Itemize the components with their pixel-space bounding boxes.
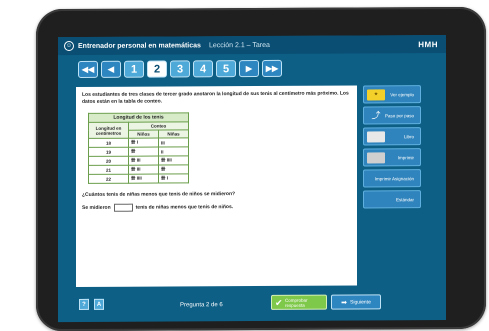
title-bar: ☺ Entrenador personal en matemáticas Lec… xyxy=(58,35,446,56)
boys-tally-cell: 卌 III xyxy=(128,156,159,166)
standard-button[interactable]: Estándar xyxy=(363,190,421,209)
see-example-button[interactable]: ★ Ver ejemplo xyxy=(363,85,421,104)
next-label: Siguiente xyxy=(350,298,371,306)
print-button[interactable]: Imprimir xyxy=(363,148,421,167)
question-counter: Pregunta 2 de 6 xyxy=(180,302,223,309)
app-screen: ☺ Entrenador personal en matemáticas Lec… xyxy=(58,35,446,323)
app-logo-icon: ☺ xyxy=(64,40,74,52)
boys-tally-cell: 卌 I xyxy=(128,138,159,148)
standard-label: Estándar xyxy=(395,196,414,202)
step-by-step-label: Paso por paso xyxy=(384,112,414,118)
left-arrow-icon: ◀ xyxy=(107,64,115,74)
question-text: ¿Cuántos tenis de niñas menos que tenis … xyxy=(82,191,236,198)
double-left-arrow-icon: ◀◀ xyxy=(81,64,95,74)
column-header-length: Longitud en centímetros xyxy=(88,122,129,139)
tally-table: Longitud de los tenis Longitud en centím… xyxy=(88,112,189,184)
help-icon: ? xyxy=(82,301,86,308)
see-example-label: Ver ejemplo xyxy=(390,91,414,97)
girls-tally-cell: 卌 xyxy=(158,164,189,175)
girls-tally-cell: 卌 I xyxy=(158,173,189,184)
book-icon xyxy=(367,131,385,143)
length-cell: 19 xyxy=(88,147,129,157)
book-label: Libro xyxy=(403,133,414,139)
boys-tally-cell: 卌 III xyxy=(128,165,159,175)
answer-prefix: Se midieron xyxy=(82,204,111,211)
column-header-girls: Niñas xyxy=(158,129,189,139)
previous-question-button[interactable]: ◀ xyxy=(101,60,121,78)
help-button[interactable]: ? xyxy=(79,298,89,310)
double-right-arrow-icon: ▶▶ xyxy=(265,63,279,73)
printer-icon xyxy=(367,152,385,164)
answer-suffix: tenis de niñas menos que tenis de niños. xyxy=(135,204,234,211)
question-nav: ◀◀ ◀ 1 2 3 4 5 ▶ ▶▶ xyxy=(78,59,282,78)
first-question-button[interactable]: ◀◀ xyxy=(78,60,98,78)
bottom-bar: ? A Pregunta 2 de 6 ✔ Comprobar respuest… xyxy=(58,291,446,322)
brand-logo: HMH xyxy=(418,39,438,49)
page-1-button[interactable]: 1 xyxy=(124,60,144,78)
question-prompt: Los estudiantes de tres clases de tercer… xyxy=(82,90,349,105)
next-arrow-icon: ➡ xyxy=(341,299,347,307)
last-question-button[interactable]: ▶▶ xyxy=(262,59,282,77)
print-label: Imprimir xyxy=(397,154,414,160)
page-4-button[interactable]: 4 xyxy=(193,60,213,78)
length-cell: 21 xyxy=(88,165,129,175)
boys-tally-cell: 卌 IIII xyxy=(128,174,159,184)
check-answer-button[interactable]: ✔ Comprobar respuesta xyxy=(271,294,327,310)
tools-icon: A xyxy=(96,301,102,308)
side-panel: ★ Ver ejemplo ⤴ Paso por paso Libro Impr… xyxy=(363,85,421,209)
boys-tally-cell: 卌 xyxy=(128,147,159,157)
right-arrow-icon: ▶ xyxy=(245,64,253,74)
book-button[interactable]: Libro xyxy=(363,127,421,146)
check-answer-label: Comprobar respuesta xyxy=(285,297,308,308)
print-assignment-label: Imprimir Asignación xyxy=(374,175,414,181)
length-cell: 18 xyxy=(88,138,129,148)
tools-button[interactable]: A xyxy=(94,298,104,310)
length-cell: 22 xyxy=(88,174,129,184)
table-row: 22 卌 IIII 卌 I xyxy=(88,173,189,184)
lesson-title: Lección 2.1 – Tarea xyxy=(208,41,270,49)
girls-tally-cell: II xyxy=(158,146,189,157)
tablet-frame: ☺ Entrenador personal en matemáticas Lec… xyxy=(36,6,486,331)
page-2-button[interactable]: 2 xyxy=(147,60,167,78)
answer-input[interactable] xyxy=(113,203,133,212)
question-panel: Los estudiantes de tres clases de tercer… xyxy=(76,85,357,287)
girls-tally-cell: III xyxy=(158,137,189,148)
length-cell: 20 xyxy=(88,156,129,166)
column-header-boys: Niños xyxy=(128,130,159,139)
page-5-button[interactable]: 5 xyxy=(216,60,236,78)
step-by-step-button[interactable]: ⤴ Paso por paso xyxy=(363,106,421,125)
girls-tally-cell: 卌 IIII xyxy=(158,155,189,166)
answer-line: Se midieron tenis de niñas menos que ten… xyxy=(82,203,351,212)
page-3-button[interactable]: 3 xyxy=(170,60,190,78)
steps-icon: ⤴ xyxy=(371,110,381,121)
checkmark-icon: ✔ xyxy=(275,297,283,308)
next-question-arrow-button[interactable]: ▶ xyxy=(239,60,259,78)
example-icon: ★ xyxy=(367,89,385,101)
app-title: Entrenador personal en matemáticas xyxy=(78,41,201,50)
print-assignment-button[interactable]: Imprimir Asignación xyxy=(363,169,421,188)
next-button[interactable]: ➡ Siguiente xyxy=(331,294,381,310)
